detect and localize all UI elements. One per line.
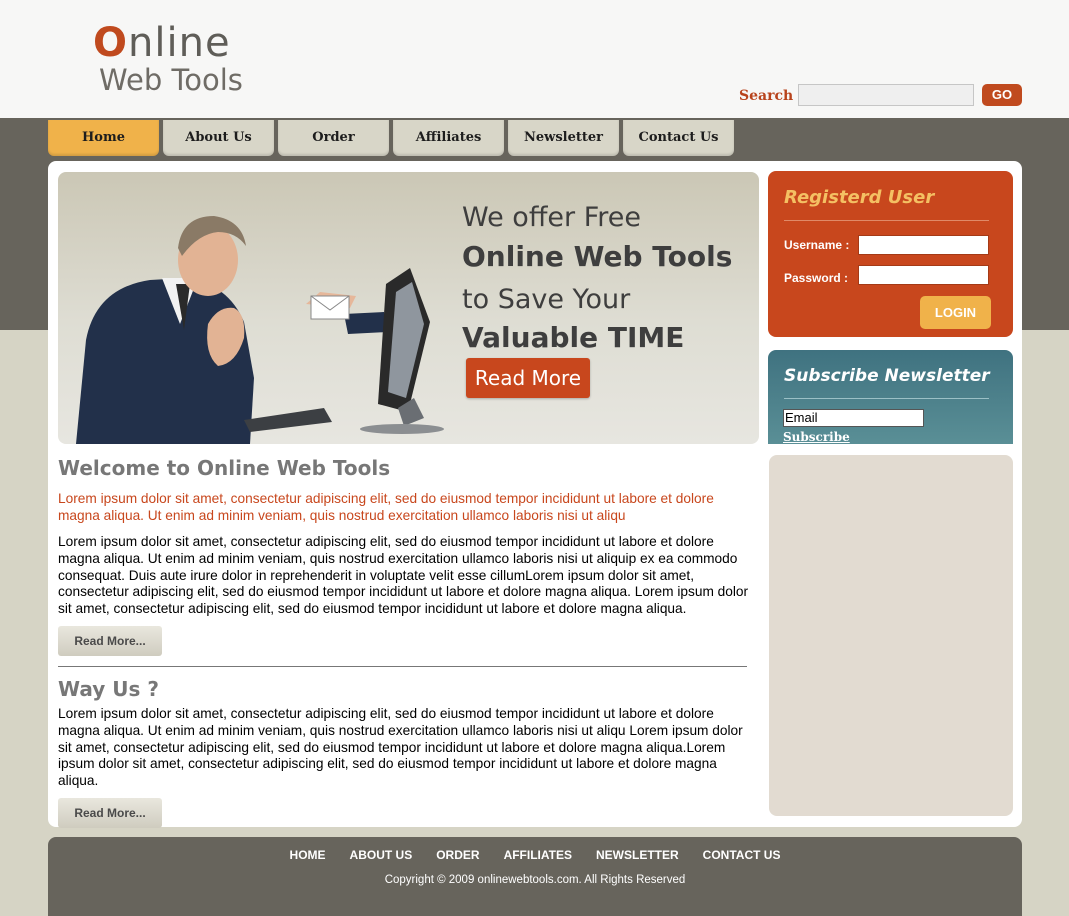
banner-read-more-button[interactable]: Read More xyxy=(466,358,590,398)
copyright-text: Copyright © 2009 onlinewebtools.com. All… xyxy=(384,874,686,886)
article-content: Welcome to Online Web Tools Lorem ipsum … xyxy=(58,456,758,828)
logo-line-1: Online xyxy=(93,22,243,64)
login-title: Registerd User xyxy=(784,187,935,208)
banner-line-1: We offer Free xyxy=(462,202,642,233)
banner-line-2: Online Web Tools xyxy=(462,240,733,273)
newsletter-box: Subscribe Newsletter Email Subscribe xyxy=(768,350,1013,444)
newsletter-email-field[interactable]: Email xyxy=(783,409,924,427)
footer-link-order[interactable]: ORDER xyxy=(436,848,479,862)
welcome-lead-text: Lorem ipsum dolor sit amet, consectetur … xyxy=(58,491,714,523)
login-divider xyxy=(784,220,989,221)
username-label: Username : xyxy=(784,238,850,252)
hero-banner: We offer Free Online Web Tools to Save Y… xyxy=(58,172,759,444)
site-logo[interactable]: Online Web Tools xyxy=(93,22,243,96)
monitor-base xyxy=(360,424,444,434)
sidebar-empty-panel xyxy=(769,455,1013,816)
password-field[interactable] xyxy=(858,265,989,285)
logo-line-2: Web Tools xyxy=(99,63,243,97)
footer-link-newsletter[interactable]: NEWSLETTER xyxy=(596,848,679,862)
newsletter-subscribe-link[interactable]: Subscribe xyxy=(783,430,850,444)
nav-affiliates[interactable]: Affiliates xyxy=(393,120,504,156)
nav-contact-us[interactable]: Contact Us xyxy=(623,120,734,156)
footer-link-affiliates[interactable]: AFFILIATES xyxy=(504,848,572,862)
welcome-body-text: Lorem ipsum dolor sit amet, consectetur … xyxy=(58,534,749,617)
why-us-read-more-button[interactable]: Read More... xyxy=(58,797,162,828)
footer-link-contact-us[interactable]: CONTACT US xyxy=(703,848,781,862)
login-box: Registerd User Username : Password : LOG… xyxy=(768,171,1013,337)
footer-nav: HOME ABOUT US ORDER AFFILIATES NEWSLETTE… xyxy=(48,848,1022,862)
login-button[interactable]: LOGIN xyxy=(920,296,991,329)
main-nav: Home About Us Order Affiliates Newslette… xyxy=(48,120,738,156)
nav-newsletter[interactable]: Newsletter xyxy=(508,120,619,156)
password-label: Password : xyxy=(784,271,849,285)
nav-order[interactable]: Order xyxy=(278,120,389,156)
why-us-body-text: Lorem ipsum dolor sit amet, consectetur … xyxy=(58,705,743,789)
welcome-read-more-button[interactable]: Read More... xyxy=(58,625,162,656)
footer: HOME ABOUT US ORDER AFFILIATES NEWSLETTE… xyxy=(48,837,1022,916)
search-go-button[interactable]: GO xyxy=(982,84,1022,106)
section-divider xyxy=(58,665,747,667)
nav-about-us[interactable]: About Us xyxy=(163,120,274,156)
username-field[interactable] xyxy=(858,235,989,255)
banner-headline: We offer Free Online Web Tools to Save Y… xyxy=(462,200,732,356)
newsletter-title: Subscribe Newsletter xyxy=(784,366,990,386)
welcome-heading: Welcome to Online Web Tools xyxy=(58,456,391,480)
banner-line-3: to Save Your xyxy=(462,284,631,315)
nav-home[interactable]: Home xyxy=(48,120,159,156)
search-input[interactable] xyxy=(798,84,974,106)
envelope xyxy=(310,295,350,320)
keyboard xyxy=(244,408,332,432)
search-label: Search xyxy=(739,88,794,104)
banner-line-4: Valuable TIME xyxy=(462,321,685,354)
newsletter-divider xyxy=(784,398,989,399)
footer-link-home[interactable]: HOME xyxy=(290,848,326,862)
logo-o: O xyxy=(93,20,129,66)
logo-rest: nline xyxy=(128,20,231,66)
footer-link-about-us[interactable]: ABOUT US xyxy=(350,848,413,862)
reaching-sleeve xyxy=(344,312,388,334)
why-us-heading: Way Us ? xyxy=(58,676,159,701)
